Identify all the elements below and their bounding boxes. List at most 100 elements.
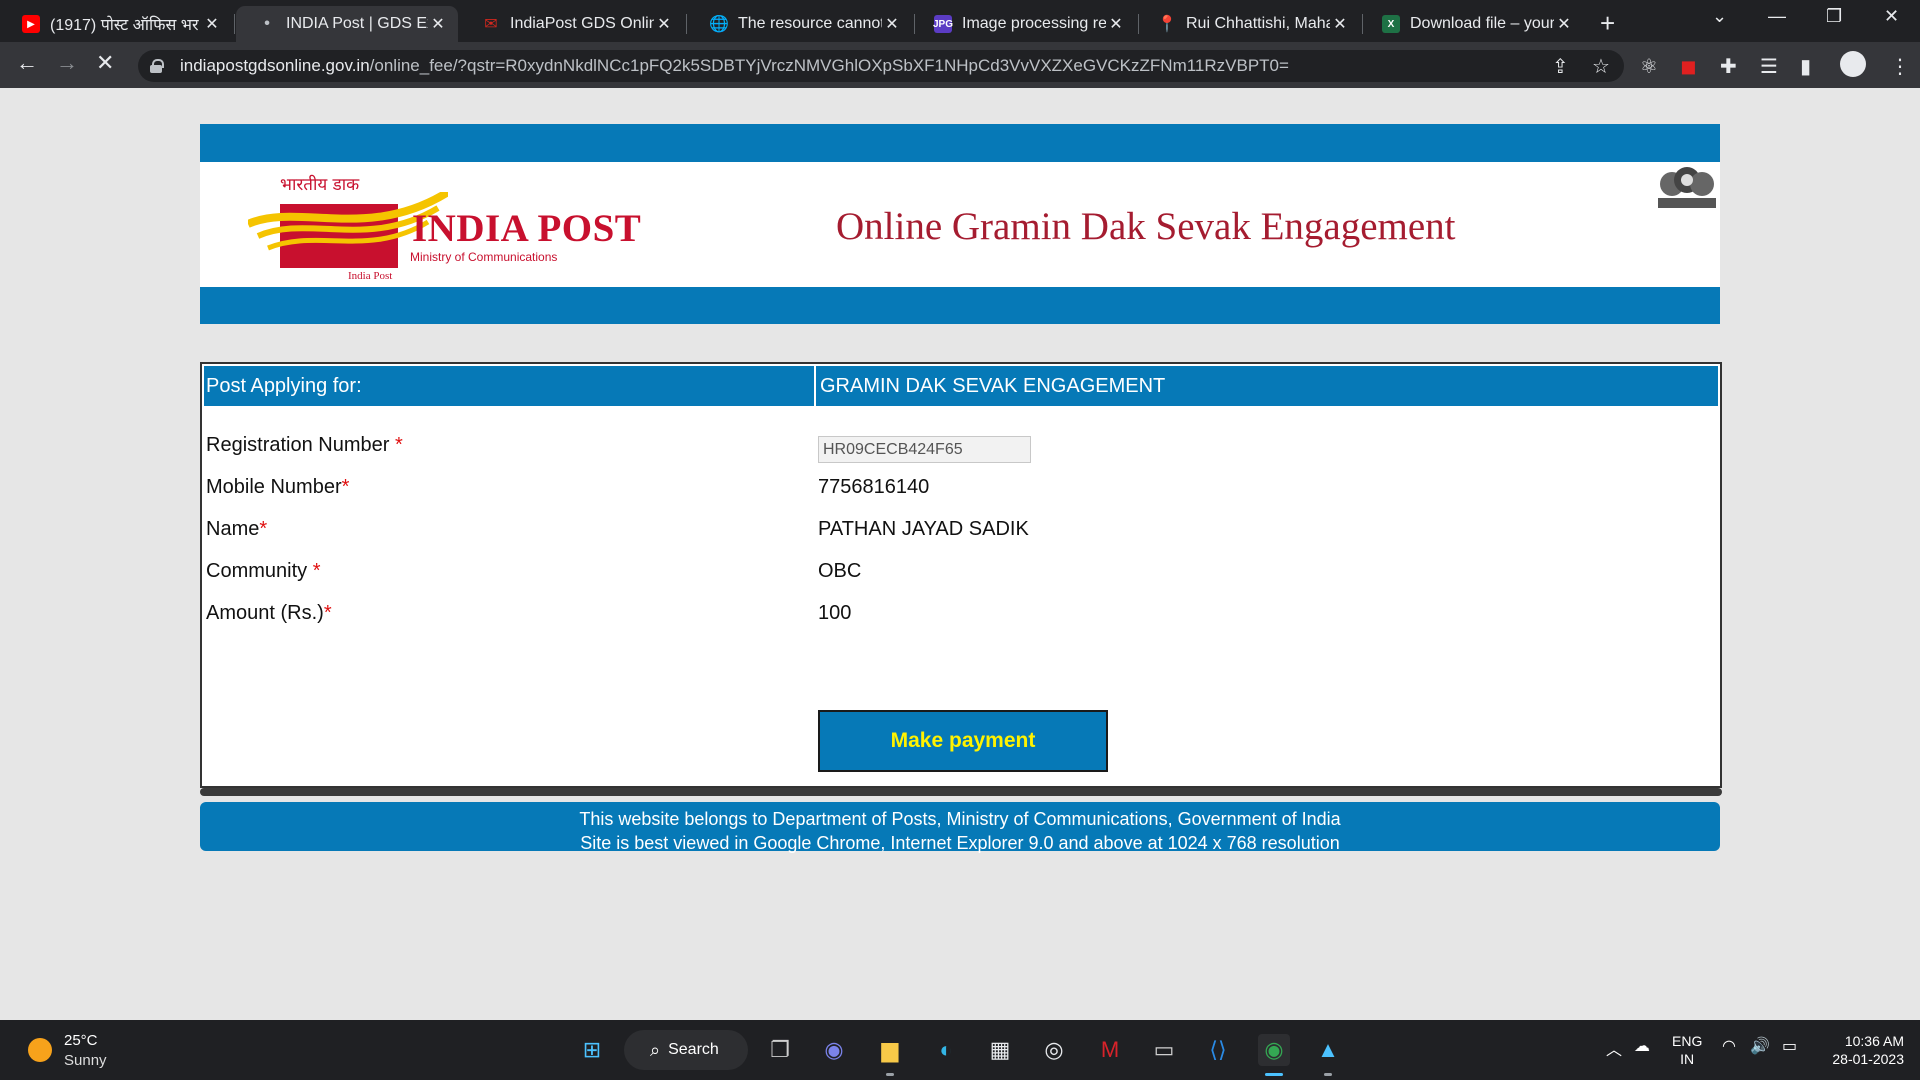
url-path: /online_fee/?qstr=R0xydnNkdlNCc1pFQ2k5SD… [369, 56, 1289, 75]
logo-ministry-text: Ministry of Communications [410, 250, 558, 264]
logo-small-text: India Post [348, 270, 393, 282]
chrome-menu-icon[interactable]: ⋮ [1890, 54, 1910, 79]
close-tab-icon[interactable]: ✕ [202, 14, 222, 34]
required-asterisk: * [259, 518, 268, 540]
side-panel-icon[interactable]: ▮ [1800, 54, 1811, 79]
maps-pin-icon: 📍 [1157, 16, 1177, 33]
terminal-icon[interactable]: ▭ [1148, 1034, 1180, 1066]
new-tab-icon[interactable]: + [1600, 8, 1615, 39]
browser-tab-bar: ▶ (1917) पोस्ट ऑफिस भर ✕ • INDIA Post | … [0, 0, 1920, 42]
restore-icon[interactable]: ❐ [1826, 6, 1842, 27]
tab-resource-error[interactable]: 🌐 The resource cannot b ✕ [688, 6, 912, 42]
required-asterisk: * [323, 602, 332, 624]
tab-title: The resource cannot b [738, 15, 882, 32]
lock-icon[interactable] [150, 59, 164, 73]
volume-icon[interactable]: 🔊 [1750, 1036, 1770, 1056]
share-icon[interactable]: ⇪ [1552, 54, 1569, 79]
amount-value: 100 [818, 602, 852, 624]
required-asterisk: * [394, 434, 403, 456]
excel-icon: X [1382, 15, 1400, 33]
registration-number-field[interactable] [818, 436, 1031, 463]
national-emblem-icon [1658, 167, 1716, 208]
back-icon[interactable]: ← [16, 50, 38, 76]
tab-title: (1917) पोस्ट ऑफिस भर [50, 17, 199, 34]
header-top-band [200, 124, 1720, 162]
system-clock[interactable]: 10:36 AM 28-01-2023 [1824, 1032, 1904, 1068]
forward-icon[interactable]: → [56, 50, 78, 76]
github-icon[interactable]: ◎ [1038, 1034, 1070, 1066]
site-footer: This website belongs to Department of Po… [200, 802, 1720, 853]
youtube-icon: ▶ [22, 15, 40, 33]
cloud-sync-icon[interactable]: ☁ [1634, 1036, 1650, 1056]
loading-dot-icon: • [264, 15, 270, 32]
post-applying-label: Post Applying for: [206, 375, 362, 397]
edge-icon[interactable]: ◐ [930, 1034, 962, 1066]
close-tab-icon[interactable]: ✕ [428, 14, 448, 34]
weather-condition[interactable]: Sunny [64, 1052, 107, 1069]
extensions-puzzle-icon[interactable]: ✚ [1720, 54, 1737, 79]
close-window-icon[interactable]: ✕ [1884, 6, 1899, 27]
input-language[interactable]: ENG IN [1672, 1032, 1702, 1068]
minimize-icon[interactable]: — [1768, 6, 1786, 27]
mobile-number-value: 7756816140 [818, 476, 930, 498]
battery-icon[interactable]: ▭ [1782, 1036, 1797, 1056]
tab-image-processing[interactable]: JPG Image processing resu ✕ [912, 6, 1136, 42]
search-icon: ⌕ [650, 1039, 661, 1060]
microsoft-store-icon[interactable]: ▦ [984, 1034, 1016, 1066]
tab-youtube[interactable]: ▶ (1917) पोस्ट ऑफिस भर ✕ [0, 6, 232, 42]
tab-indiapost-gds-online[interactable]: ✉ IndiaPost GDS Online ✕ [460, 6, 684, 42]
sun-icon[interactable] [28, 1038, 52, 1062]
header-bottom-band [200, 287, 1720, 324]
media-queue-icon[interactable]: ☰ [1760, 54, 1778, 79]
logo-brand-text: INDIA POST [412, 207, 642, 250]
tab-india-post-gds-exam[interactable]: • INDIA Post | GDS Exam ✕ [236, 6, 458, 42]
tab-search-chevron-icon[interactable]: ⌄ [1712, 6, 1727, 27]
required-asterisk: * [341, 476, 350, 498]
form-header-row: Post Applying for: GRAMIN DAK SEVAK ENGA… [204, 366, 1718, 406]
community-value: OBC [818, 560, 862, 582]
address-bar[interactable]: indiapostgdsonline.gov.in/online_fee/?qs… [138, 50, 1624, 82]
form-bottom-rule [200, 788, 1722, 796]
windows-start-icon[interactable]: ⊞ [576, 1034, 608, 1066]
vscode-icon[interactable]: ⟨⟩ [1202, 1034, 1234, 1066]
chrome-icon[interactable]: ◉ [1258, 1034, 1290, 1066]
name-value: PATHAN JAYAD SADIK [818, 518, 1029, 540]
file-explorer-icon[interactable]: ▆ [874, 1034, 906, 1066]
close-tab-icon[interactable]: ✕ [1330, 14, 1350, 34]
tab-download-file[interactable]: X Download file – your ✕ [1360, 6, 1584, 42]
clock-time: 10:36 AM [1844, 1033, 1904, 1049]
close-tab-icon[interactable]: ✕ [1106, 14, 1126, 34]
show-hidden-icons-chevron[interactable]: ︿ [1606, 1036, 1622, 1060]
close-tab-icon[interactable]: ✕ [1554, 14, 1574, 34]
wifi-icon[interactable]: ◠ [1722, 1036, 1736, 1056]
bookmark-star-icon[interactable]: ☆ [1592, 54, 1610, 79]
extension-atom-icon[interactable]: ⚛ [1640, 54, 1658, 79]
registration-number-label: Registration Number * [206, 434, 403, 456]
globe-icon: 🌐 [709, 16, 729, 33]
tab-maps[interactable]: 📍 Rui Chhattishi, Mahar ✕ [1136, 6, 1360, 42]
close-tab-icon[interactable]: ✕ [882, 14, 902, 34]
mcafee-icon[interactable]: M [1094, 1034, 1126, 1066]
stop-loading-icon[interactable]: ✕ [96, 50, 114, 76]
footer-line-1: This website belongs to Department of Po… [579, 809, 1341, 829]
task-view-icon[interactable]: ❐ [764, 1034, 796, 1066]
name-label: Name* [206, 518, 268, 540]
weather-temperature[interactable]: 25°C [64, 1032, 98, 1049]
mobile-number-label: Mobile Number* [206, 476, 350, 498]
teams-chat-icon[interactable]: ◉ [818, 1034, 850, 1066]
mcafee-extension-icon[interactable]: ◼ [1680, 54, 1697, 79]
tab-title: Rui Chhattishi, Mahar [1186, 15, 1330, 32]
taskbar-search[interactable]: ⌕ Search [624, 1030, 748, 1070]
windows-taskbar: 25°C Sunny ⊞ ⌕ Search ❐ ◉ ▆ ◐ ▦ ◎ M ▭ ⟨⟩… [0, 1020, 1920, 1080]
url-host: indiapostgdsonline.gov.in [180, 56, 370, 75]
make-payment-button[interactable]: Make payment [818, 710, 1108, 772]
post-applying-value: GRAMIN DAK SEVAK ENGAGEMENT [820, 375, 1166, 397]
required-asterisk: * [312, 560, 321, 582]
profile-avatar[interactable] [1840, 51, 1866, 77]
india-post-logo[interactable]: भारतीय डाक INDIA POST Ministry of Commun… [248, 172, 658, 282]
footer-line-2: Site is best viewed in Google Chrome, In… [580, 833, 1340, 853]
page-viewport: भारतीय डाक INDIA POST Ministry of Commun… [0, 88, 1920, 1020]
tab-title: Download file – your [1410, 15, 1554, 32]
photos-icon[interactable]: ▲ [1312, 1034, 1344, 1066]
close-tab-icon[interactable]: ✕ [654, 14, 674, 34]
